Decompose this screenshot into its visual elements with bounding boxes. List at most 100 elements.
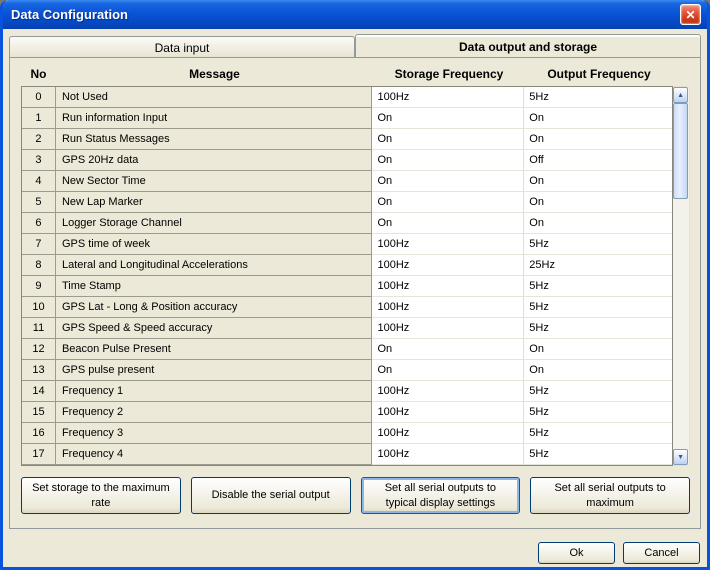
row-message: GPS Speed & Speed accuracy (56, 318, 373, 339)
row-storage-frequency[interactable]: On (372, 192, 524, 213)
tab-data-output-and-storage[interactable]: Data output and storage (355, 34, 701, 57)
row-output-frequency[interactable]: 25Hz (524, 255, 672, 276)
table-row[interactable]: 12Beacon Pulse PresentOnOn (22, 339, 672, 360)
column-header-output-frequency: Output Frequency (525, 67, 673, 81)
row-output-frequency[interactable]: On (524, 129, 672, 150)
row-message: Frequency 4 (56, 444, 373, 465)
table-row[interactable]: 7GPS time of week100Hz5Hz (22, 234, 672, 255)
set-serial-outputs-maximum-button[interactable]: Set all serial outputs to maximum (530, 477, 690, 514)
row-message: Logger Storage Channel (56, 213, 373, 234)
table-row[interactable]: 8Lateral and Longitudinal Accelerations1… (22, 255, 672, 276)
table-row[interactable]: 15Frequency 2100Hz5Hz (22, 402, 672, 423)
row-no: 9 (22, 276, 56, 297)
row-storage-frequency[interactable]: On (372, 171, 524, 192)
table-row[interactable]: 14Frequency 1100Hz5Hz (22, 381, 672, 402)
row-output-frequency[interactable]: 5Hz (524, 87, 672, 108)
row-no: 6 (22, 213, 56, 234)
row-storage-frequency[interactable]: On (372, 108, 524, 129)
table-row[interactable]: 6Logger Storage ChannelOnOn (22, 213, 672, 234)
row-no: 13 (22, 360, 56, 381)
row-no: 2 (22, 129, 56, 150)
row-storage-frequency[interactable]: 100Hz (372, 255, 524, 276)
ok-button[interactable]: Ok (538, 542, 615, 564)
table-row[interactable]: 9Time Stamp100Hz5Hz (22, 276, 672, 297)
vertical-scrollbar[interactable]: ▲ ▼ (673, 86, 690, 466)
cancel-button[interactable]: Cancel (623, 542, 700, 564)
row-storage-frequency[interactable]: 100Hz (372, 444, 524, 465)
window-title: Data Configuration (11, 7, 680, 22)
row-storage-frequency[interactable]: 100Hz (372, 423, 524, 444)
row-output-frequency[interactable]: 5Hz (524, 234, 672, 255)
table-row[interactable]: 0Not Used100Hz5Hz (22, 87, 672, 108)
row-storage-frequency[interactable]: 100Hz (372, 381, 524, 402)
row-message: New Sector Time (56, 171, 373, 192)
row-message: GPS time of week (56, 234, 373, 255)
close-icon: ✕ (685, 8, 695, 22)
row-no: 3 (22, 150, 56, 171)
row-storage-frequency[interactable]: 100Hz (372, 402, 524, 423)
row-output-frequency[interactable]: 5Hz (524, 402, 672, 423)
tab-bar: Data input Data output and storage (9, 34, 701, 57)
row-no: 16 (22, 423, 56, 444)
row-storage-frequency[interactable]: 100Hz (372, 87, 524, 108)
table-row[interactable]: 17Frequency 4100Hz5Hz (22, 444, 672, 465)
row-output-frequency[interactable]: On (524, 108, 672, 129)
row-output-frequency[interactable]: Off (524, 150, 672, 171)
action-button-row: Set storage to the maximum rate Disable t… (21, 477, 690, 514)
row-storage-frequency[interactable]: On (372, 213, 524, 234)
table-row[interactable]: 16Frequency 3100Hz5Hz (22, 423, 672, 444)
table-row[interactable]: 5New Lap MarkerOnOn (22, 192, 672, 213)
row-storage-frequency[interactable]: 100Hz (372, 276, 524, 297)
message-table: 0Not Used100Hz5Hz1Run information InputO… (21, 86, 690, 466)
row-storage-frequency[interactable]: 100Hz (372, 297, 524, 318)
row-output-frequency[interactable]: On (524, 360, 672, 381)
titlebar[interactable]: Data Configuration ✕ (3, 0, 707, 29)
scroll-up-icon: ▲ (677, 92, 684, 99)
table-row[interactable]: 1Run information InputOnOn (22, 108, 672, 129)
table-row[interactable]: 4New Sector TimeOnOn (22, 171, 672, 192)
set-storage-maximum-rate-button[interactable]: Set storage to the maximum rate (21, 477, 181, 514)
row-no: 8 (22, 255, 56, 276)
dialog-button-row: Ok Cancel (3, 542, 700, 564)
close-button[interactable]: ✕ (680, 4, 701, 25)
row-storage-frequency[interactable]: On (372, 150, 524, 171)
table-row[interactable]: 3GPS 20Hz dataOnOff (22, 150, 672, 171)
row-output-frequency[interactable]: 5Hz (524, 381, 672, 402)
row-output-frequency[interactable]: 5Hz (524, 423, 672, 444)
row-output-frequency[interactable]: On (524, 213, 672, 234)
row-storage-frequency[interactable]: 100Hz (372, 318, 524, 339)
row-no: 7 (22, 234, 56, 255)
table-row[interactable]: 2Run Status MessagesOnOn (22, 129, 672, 150)
table-header-row: No Message Storage Frequency Output Freq… (21, 62, 690, 86)
column-header-no: No (21, 67, 56, 81)
row-output-frequency[interactable]: 5Hz (524, 444, 672, 465)
tab-data-input[interactable]: Data input (9, 36, 355, 57)
disable-serial-output-button[interactable]: Disable the serial output (191, 477, 351, 514)
row-output-frequency[interactable]: On (524, 171, 672, 192)
table-grid: 0Not Used100Hz5Hz1Run information InputO… (21, 86, 673, 466)
row-message: Run Status Messages (56, 129, 373, 150)
column-header-storage-frequency: Storage Frequency (373, 67, 525, 81)
scroll-up-button[interactable]: ▲ (673, 87, 688, 103)
row-message: Run information Input (56, 108, 373, 129)
scroll-down-button[interactable]: ▼ (673, 449, 688, 465)
table-row[interactable]: 10GPS Lat - Long & Position accuracy100H… (22, 297, 672, 318)
scroll-down-icon: ▼ (677, 454, 684, 461)
row-storage-frequency[interactable]: On (372, 360, 524, 381)
row-no: 17 (22, 444, 56, 465)
row-output-frequency[interactable]: 5Hz (524, 318, 672, 339)
row-no: 10 (22, 297, 56, 318)
row-no: 15 (22, 402, 56, 423)
table-row[interactable]: 11GPS Speed & Speed accuracy100Hz5Hz (22, 318, 672, 339)
table-row[interactable]: 13GPS pulse presentOnOn (22, 360, 672, 381)
row-storage-frequency[interactable]: 100Hz (372, 234, 524, 255)
scroll-thumb[interactable] (673, 103, 688, 199)
row-output-frequency[interactable]: On (524, 192, 672, 213)
row-storage-frequency[interactable]: On (372, 339, 524, 360)
row-storage-frequency[interactable]: On (372, 129, 524, 150)
set-serial-outputs-typical-button[interactable]: Set all serial outputs to typical displa… (361, 477, 521, 514)
row-output-frequency[interactable]: 5Hz (524, 297, 672, 318)
scroll-track[interactable] (673, 103, 689, 449)
row-output-frequency[interactable]: On (524, 339, 672, 360)
row-output-frequency[interactable]: 5Hz (524, 276, 672, 297)
